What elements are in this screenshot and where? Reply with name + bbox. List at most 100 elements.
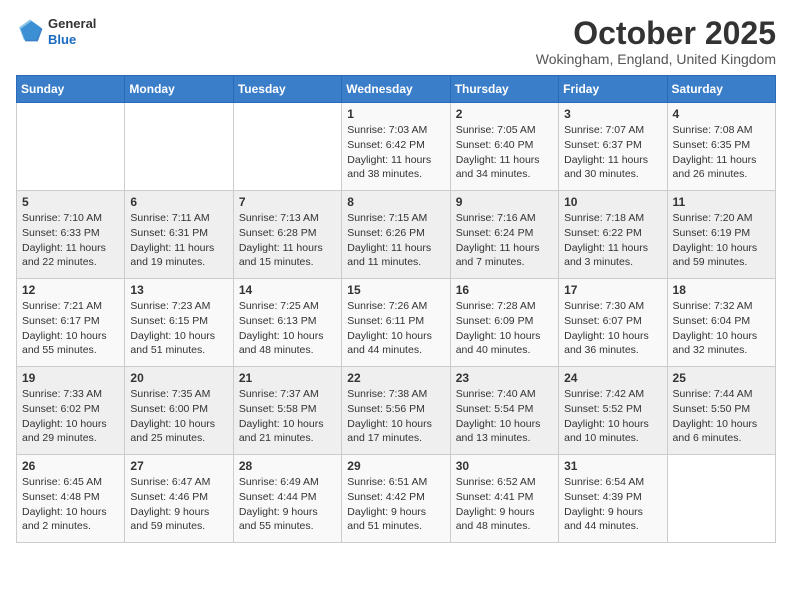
day-info: Sunrise: 7:07 AMSunset: 6:37 PMDaylight:… — [564, 123, 661, 182]
logo-general: General — [48, 16, 96, 32]
header-row: SundayMondayTuesdayWednesdayThursdayFrid… — [17, 76, 776, 103]
calendar-cell: 28 Sunrise: 6:49 AMSunset: 4:44 PMDayligh… — [233, 455, 341, 543]
day-number: 21 — [239, 371, 336, 385]
month-title: October 2025 — [536, 16, 776, 51]
calendar-cell: 18 Sunrise: 7:32 AMSunset: 6:04 PMDayligh… — [667, 279, 775, 367]
day-info: Sunrise: 7:40 AMSunset: 5:54 PMDaylight:… — [456, 387, 553, 446]
day-number: 10 — [564, 195, 661, 209]
day-info: Sunrise: 7:10 AMSunset: 6:33 PMDaylight:… — [22, 211, 119, 270]
week-row-1: 5Sunrise: 7:10 AMSunset: 6:33 PMDaylight… — [17, 191, 776, 279]
logo: General Blue — [16, 16, 96, 47]
calendar-cell: 11Sunrise: 7:20 AMSunset: 6:19 PMDayligh… — [667, 191, 775, 279]
day-info: Sunrise: 7:20 AMSunset: 6:19 PMDaylight:… — [673, 211, 770, 270]
day-number: 7 — [239, 195, 336, 209]
day-info: Sunrise: 7:42 AMSunset: 5:52 PMDaylight:… — [564, 387, 661, 446]
title-block: October 2025 Wokingham, England, United … — [536, 16, 776, 67]
day-number: 18 — [673, 283, 770, 297]
day-info: Sunrise: 7:35 AMSunset: 6:00 PMDaylight:… — [130, 387, 227, 446]
day-number: 17 — [564, 283, 661, 297]
day-number: 19 — [22, 371, 119, 385]
calendar-cell: 17Sunrise: 7:30 AMSunset: 6:07 PMDayligh… — [559, 279, 667, 367]
day-info: Sunrise: 7:44 AMSunset: 5:50 PMDaylight:… — [673, 387, 770, 446]
day-info: Sunrise: 6:54 AMSunset: 4:39 PMDaylight:… — [564, 475, 661, 534]
calendar-cell: 9Sunrise: 7:16 AMSunset: 6:24 PMDaylight… — [450, 191, 558, 279]
calendar-cell: 5Sunrise: 7:10 AMSunset: 6:33 PMDaylight… — [17, 191, 125, 279]
day-number: 1 — [347, 107, 444, 121]
calendar-cell: 25 Sunrise: 7:44 AMSunset: 5:50 PMDayligh… — [667, 367, 775, 455]
calendar-cell: 19 Sunrise: 7:33 AMSunset: 6:02 PMDayligh… — [17, 367, 125, 455]
day-number: 2 — [456, 107, 553, 121]
day-info: Sunrise: 7:26 AMSunset: 6:11 PMDaylight:… — [347, 299, 444, 358]
calendar-cell: 10 Sunrise: 7:18 AMSunset: 6:22 PMDayligh… — [559, 191, 667, 279]
day-number: 6 — [130, 195, 227, 209]
day-info: Sunrise: 7:18 AMSunset: 6:22 PMDaylight:… — [564, 211, 661, 270]
day-info: Sunrise: 6:47 AMSunset: 4:46 PMDaylight:… — [130, 475, 227, 534]
calendar-body: 1 Sunrise: 7:03 AMSunset: 6:42 PMDaylight… — [17, 103, 776, 543]
page-header: General Blue October 2025 Wokingham, Eng… — [16, 16, 776, 67]
day-info: Sunrise: 6:45 AMSunset: 4:48 PMDaylight:… — [22, 475, 119, 534]
calendar-cell: 20 Sunrise: 7:35 AMSunset: 6:00 PMDayligh… — [125, 367, 233, 455]
day-info: Sunrise: 7:25 AMSunset: 6:13 PMDaylight:… — [239, 299, 336, 358]
calendar-cell: 4Sunrise: 7:08 AMSunset: 6:35 PMDaylight… — [667, 103, 775, 191]
calendar-cell: 12 Sunrise: 7:21 AMSunset: 6:17 PMDayligh… — [17, 279, 125, 367]
day-info: Sunrise: 7:33 AMSunset: 6:02 PMDaylight:… — [22, 387, 119, 446]
calendar-cell: 13 Sunrise: 7:23 AMSunset: 6:15 PMDayligh… — [125, 279, 233, 367]
day-number: 29 — [347, 459, 444, 473]
day-number: 25 — [673, 371, 770, 385]
day-number: 14 — [239, 283, 336, 297]
calendar-cell — [17, 103, 125, 191]
week-row-4: 26Sunrise: 6:45 AMSunset: 4:48 PMDayligh… — [17, 455, 776, 543]
calendar-cell: 3Sunrise: 7:07 AMSunset: 6:37 PMDaylight… — [559, 103, 667, 191]
week-row-3: 19 Sunrise: 7:33 AMSunset: 6:02 PMDayligh… — [17, 367, 776, 455]
header-saturday: Saturday — [667, 76, 775, 103]
calendar-cell: 15 Sunrise: 7:26 AMSunset: 6:11 PMDayligh… — [342, 279, 450, 367]
header-sunday: Sunday — [17, 76, 125, 103]
day-info: Sunrise: 7:15 AMSunset: 6:26 PMDaylight:… — [347, 211, 444, 270]
header-tuesday: Tuesday — [233, 76, 341, 103]
calendar-header: SundayMondayTuesdayWednesdayThursdayFrid… — [17, 76, 776, 103]
day-info: Sunrise: 7:37 AMSunset: 5:58 PMDaylight:… — [239, 387, 336, 446]
day-info: Sunrise: 7:03 AMSunset: 6:42 PMDaylight:… — [347, 123, 444, 182]
calendar-cell — [125, 103, 233, 191]
day-number: 22 — [347, 371, 444, 385]
day-info: Sunrise: 6:49 AMSunset: 4:44 PMDaylight:… — [239, 475, 336, 534]
day-info: Sunrise: 7:16 AMSunset: 6:24 PMDaylight:… — [456, 211, 553, 270]
calendar-cell: 8Sunrise: 7:15 AMSunset: 6:26 PMDaylight… — [342, 191, 450, 279]
calendar-cell: 7 Sunrise: 7:13 AMSunset: 6:28 PMDaylight… — [233, 191, 341, 279]
day-number: 24 — [564, 371, 661, 385]
calendar-cell: 16Sunrise: 7:28 AMSunset: 6:09 PMDayligh… — [450, 279, 558, 367]
day-info: Sunrise: 7:21 AMSunset: 6:17 PMDaylight:… — [22, 299, 119, 358]
logo-icon — [16, 18, 44, 46]
day-info: Sunrise: 7:11 AMSunset: 6:31 PMDaylight:… — [130, 211, 227, 270]
calendar-cell: 30Sunrise: 6:52 AMSunset: 4:41 PMDayligh… — [450, 455, 558, 543]
calendar-cell: 31Sunrise: 6:54 AMSunset: 4:39 PMDayligh… — [559, 455, 667, 543]
day-info: Sunrise: 7:28 AMSunset: 6:09 PMDaylight:… — [456, 299, 553, 358]
calendar-cell: 23 Sunrise: 7:40 AMSunset: 5:54 PMDayligh… — [450, 367, 558, 455]
calendar-cell: 27 Sunrise: 6:47 AMSunset: 4:46 PMDayligh… — [125, 455, 233, 543]
location: Wokingham, England, United Kingdom — [536, 51, 776, 67]
header-friday: Friday — [559, 76, 667, 103]
day-number: 27 — [130, 459, 227, 473]
day-number: 30 — [456, 459, 553, 473]
day-info: Sunrise: 7:13 AMSunset: 6:28 PMDaylight:… — [239, 211, 336, 270]
calendar-cell: 1 Sunrise: 7:03 AMSunset: 6:42 PMDaylight… — [342, 103, 450, 191]
day-info: Sunrise: 6:51 AMSunset: 4:42 PMDaylight:… — [347, 475, 444, 534]
day-info: Sunrise: 7:08 AMSunset: 6:35 PMDaylight:… — [673, 123, 770, 182]
calendar-cell — [233, 103, 341, 191]
week-row-0: 1 Sunrise: 7:03 AMSunset: 6:42 PMDaylight… — [17, 103, 776, 191]
calendar-cell: 29 Sunrise: 6:51 AMSunset: 4:42 PMDayligh… — [342, 455, 450, 543]
day-info: Sunrise: 7:32 AMSunset: 6:04 PMDaylight:… — [673, 299, 770, 358]
day-number: 15 — [347, 283, 444, 297]
day-number: 20 — [130, 371, 227, 385]
logo-text: General Blue — [48, 16, 96, 47]
day-info: Sunrise: 7:05 AMSunset: 6:40 PMDaylight:… — [456, 123, 553, 182]
day-number: 28 — [239, 459, 336, 473]
calendar-cell: 22Sunrise: 7:38 AMSunset: 5:56 PMDayligh… — [342, 367, 450, 455]
day-number: 13 — [130, 283, 227, 297]
day-number: 12 — [22, 283, 119, 297]
day-info: Sunrise: 7:23 AMSunset: 6:15 PMDaylight:… — [130, 299, 227, 358]
day-number: 23 — [456, 371, 553, 385]
header-wednesday: Wednesday — [342, 76, 450, 103]
calendar-cell: 14 Sunrise: 7:25 AMSunset: 6:13 PMDayligh… — [233, 279, 341, 367]
header-thursday: Thursday — [450, 76, 558, 103]
